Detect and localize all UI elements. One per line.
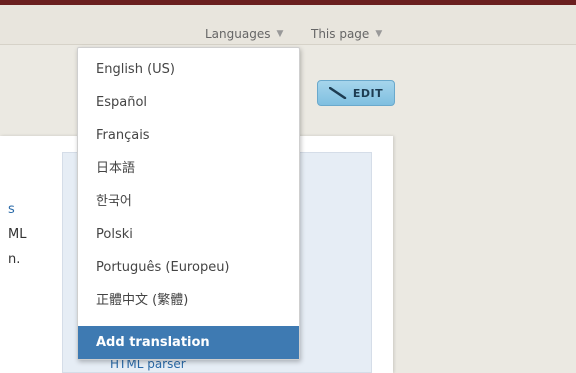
content-text-fragment: ML	[8, 227, 27, 242]
languages-label: Languages	[205, 27, 271, 41]
this-page-menu-button[interactable]: This page ▼	[311, 27, 382, 41]
language-option-traditional-chinese[interactable]: 正體中文 (繁體)	[78, 284, 299, 317]
language-option-french[interactable]: Français	[78, 119, 299, 152]
edit-label: EDIT	[352, 86, 384, 100]
edit-button[interactable]: EDIT	[317, 80, 395, 106]
languages-menu-button[interactable]: Languages ▼	[205, 27, 283, 41]
language-option-portuguese[interactable]: Português (Europeu)	[78, 251, 299, 284]
top-bar: Languages ▼ This page ▼	[0, 0, 576, 45]
language-option-english[interactable]: English (US)	[78, 53, 299, 86]
chevron-down-icon: ▼	[276, 29, 284, 39]
this-page-label: This page	[311, 27, 370, 41]
chevron-down-icon: ▼	[375, 29, 383, 39]
language-option-spanish[interactable]: Español	[78, 86, 299, 119]
language-option-korean[interactable]: 한국어	[78, 185, 299, 218]
add-translation-option[interactable]: Add translation	[78, 326, 299, 359]
content-link-fragment[interactable]: s	[8, 202, 15, 217]
language-option-japanese[interactable]: 日本語	[78, 152, 299, 185]
pencil-icon	[328, 87, 347, 99]
content-text-fragment: n.	[8, 252, 21, 267]
language-option-polish[interactable]: Polski	[78, 218, 299, 251]
languages-dropdown: English (US) Español Français 日本語 한국어 Po…	[77, 47, 300, 360]
